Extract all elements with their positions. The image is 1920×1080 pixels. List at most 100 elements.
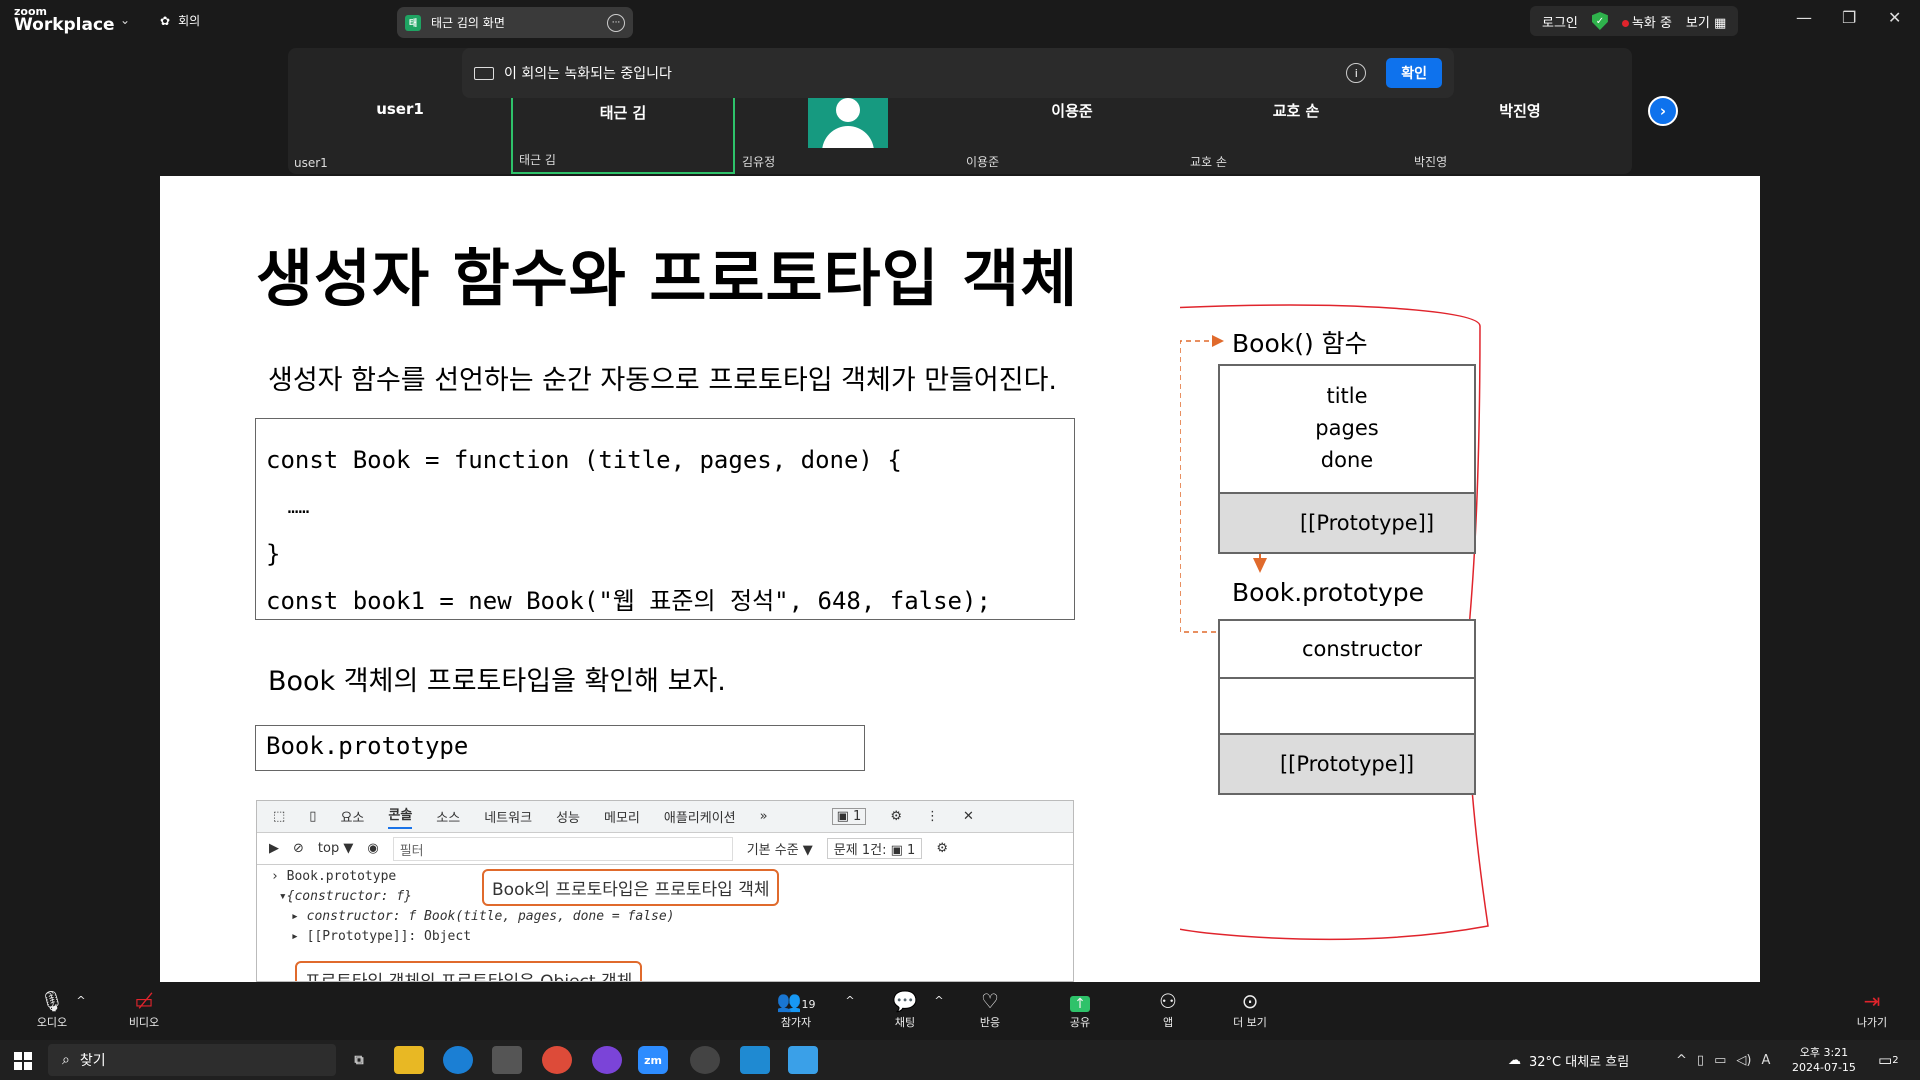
more-icon: ⊙ <box>1241 989 1259 1013</box>
weather-widget[interactable]: ☁ 32°C 대체로 흐림 <box>1508 1040 1629 1080</box>
prototype-slot-2: [[Prototype]] <box>1218 733 1476 795</box>
code-block-2: Book.prototype <box>255 725 865 771</box>
devtools-tab-active: 콘솔 <box>388 804 413 829</box>
chevron-down-icon[interactable]: ⌄ <box>120 13 130 27</box>
participants-chevron-icon[interactable]: ^ <box>835 994 865 1007</box>
share-icon: ↑ <box>1040 988 1120 1014</box>
apps-button[interactable]: ⚇ 앱 <box>1128 988 1208 1030</box>
devtools-tab: 성능 <box>556 811 580 826</box>
notification-button[interactable]: ▭ 2 <box>1878 1040 1899 1080</box>
more-options-icon[interactable]: ··· <box>607 13 625 32</box>
apps-label: 앱 <box>1162 1016 1174 1029</box>
people-icon: ✿ <box>160 13 171 28</box>
close-icon[interactable]: ✕ <box>1888 8 1901 27</box>
message-count-badge: ▣ 1 <box>831 808 867 825</box>
filter-input: 필터 <box>392 836 733 861</box>
devtools-console-bar: ▶ ⊘ top ▼ ◉ 필터 기본 수준 ▼ 문제 1건: ▣ 1 ⚙ <box>257 833 1073 865</box>
file-explorer-icon[interactable] <box>394 1046 424 1074</box>
devtools-tab: 네트워크 <box>484 811 533 826</box>
slide-subtitle: 생성자 함수를 선언하는 순간 자동으로 프로토타입 객체가 만들어진다. <box>268 365 1058 396</box>
sheet-icon: 태 <box>405 14 421 31</box>
cloud-icon: ☁ <box>1508 1052 1521 1068</box>
minimize-icon[interactable]: — <box>1796 8 1812 27</box>
devtools-tab: » <box>759 809 768 824</box>
meeting-label: 회의 <box>178 14 201 28</box>
participant-label: user1 <box>294 156 328 170</box>
participant-name: 박진영 <box>1499 102 1541 120</box>
taskbar-search[interactable]: ⌕ 찾기 <box>48 1044 336 1076</box>
confirm-button[interactable]: 확인 <box>1386 58 1442 88</box>
video-off-icon: ▭̸ <box>134 989 154 1013</box>
recording-label: 녹화 중 <box>1631 15 1672 31</box>
restore-icon[interactable]: ❐ <box>1842 8 1856 27</box>
devtools-tabs: ⬚ ▯ 요소 콘솔 소스 네트워크 성능 메모리 애플리케이션 » ▣ 1 ⚙ … <box>257 801 1073 833</box>
store-icon[interactable] <box>492 1046 522 1074</box>
leave-button[interactable]: ⇥ 나가기 <box>1832 988 1912 1030</box>
network-icon[interactable]: ▭ <box>1714 1053 1726 1068</box>
prop-label: done <box>1320 448 1374 472</box>
annotation-callout: Book의 프로토타입은 프로토타입 객체 <box>482 869 780 906</box>
sidebar-toggle-icon: ▶ <box>269 841 279 856</box>
discord-icon[interactable] <box>592 1046 622 1074</box>
code-block: const Book = function (title, pages, don… <box>255 418 1075 620</box>
more-button[interactable]: ⊙ 더 보기 <box>1210 988 1290 1030</box>
issues-badge: 문제 1건: ▣ 1 <box>826 838 923 859</box>
search-icon: ⌕ <box>62 1052 70 1068</box>
settings-icon: ⚙ <box>936 841 948 856</box>
chrome-icon[interactable] <box>542 1046 572 1074</box>
func-props-box: title pages done <box>1218 364 1476 494</box>
close-icon: ✕ <box>962 809 974 824</box>
zoom-app-icon[interactable]: zm <box>638 1046 668 1074</box>
participant-label: 박진영 <box>1414 155 1448 169</box>
system-tray: ^ ▯ ▭ ◁) A <box>1676 1040 1770 1080</box>
participant-label: 태근 김 <box>519 153 556 167</box>
chevron-up-icon[interactable]: ^ <box>1676 1053 1687 1068</box>
devtools-tab: 애플리케이션 <box>663 811 736 826</box>
paint-icon[interactable] <box>788 1046 818 1074</box>
info-icon[interactable]: i <box>1346 63 1367 83</box>
notice-text: 이 회의는 녹화되는 중입니다 <box>504 66 672 82</box>
apps-icon: ⚇ <box>1159 989 1177 1013</box>
edge-icon[interactable] <box>443 1046 473 1074</box>
view-button[interactable]: 보기 ▦ <box>1686 12 1726 31</box>
vscode-icon[interactable] <box>740 1046 770 1074</box>
next-page-button[interactable]: › <box>1648 96 1678 126</box>
participants-button[interactable]: 👥19 참가자 <box>756 988 836 1030</box>
task-view-icon[interactable]: ⧉ <box>344 1046 374 1074</box>
grid-icon: ▦ <box>1713 15 1727 31</box>
eclipse-icon[interactable] <box>690 1046 720 1074</box>
level-select: 기본 수준 ▼ <box>746 843 813 858</box>
share-button[interactable]: ↑ 공유 <box>1040 988 1120 1030</box>
windows-start-icon[interactable] <box>14 1052 32 1070</box>
prototype-label: Book.prototype <box>1232 578 1425 607</box>
prop-label: title <box>1326 384 1368 408</box>
shared-screen: 생성자 함수와 프로토타입 객체 생성자 함수를 선언하는 순간 자동으로 프로… <box>160 176 1760 982</box>
ime-indicator[interactable]: A <box>1761 1053 1770 1068</box>
notification-count: 2 <box>1892 1054 1899 1066</box>
heart-icon: ♡ <box>981 989 999 1013</box>
share-label: 공유 <box>1069 1016 1091 1029</box>
shield-icon[interactable]: ✓ <box>1591 12 1608 30</box>
prototype-diagram: Book() 함수 title pages done [[Prototype]]… <box>1180 296 1740 946</box>
audio-options-chevron-icon[interactable]: ^ <box>66 994 96 1007</box>
battery-icon[interactable]: ▯ <box>1697 1053 1704 1068</box>
devtools-tab: 메모리 <box>603 811 640 826</box>
context-select: top ▼ <box>317 841 354 856</box>
inspect-icon: ⬚ <box>273 809 286 824</box>
search-label: 찾기 <box>79 1053 106 1069</box>
volume-icon[interactable]: ◁) <box>1736 1053 1751 1068</box>
top-right-group: 로그인 ✓ 녹화 중 보기 ▦ <box>1530 6 1739 36</box>
clock[interactable]: 오후 3:21 2024-07-15 <box>1792 1040 1856 1080</box>
meeting-menu-button[interactable]: ✿ 회의 <box>160 12 200 29</box>
leave-icon: ⇥ <box>1863 989 1881 1013</box>
func-label: Book() 함수 <box>1232 329 1368 358</box>
view-label: 보기 <box>1685 15 1710 31</box>
more-label: 더 보기 <box>1233 1016 1267 1029</box>
console-line: ▸ constructor: f Book(title, pages, done… <box>291 909 675 924</box>
participant-name: 교호 손 <box>1272 102 1320 120</box>
login-button[interactable]: 로그인 <box>1542 12 1578 31</box>
share-screen-tab[interactable]: 태 태근 김의 화면 ··· <box>397 7 633 38</box>
recording-indicator[interactable]: 녹화 중 <box>1621 12 1672 31</box>
react-button[interactable]: ♡ 반응 <box>950 988 1030 1030</box>
video-button[interactable]: ▭̸ 비디오 <box>104 988 184 1030</box>
